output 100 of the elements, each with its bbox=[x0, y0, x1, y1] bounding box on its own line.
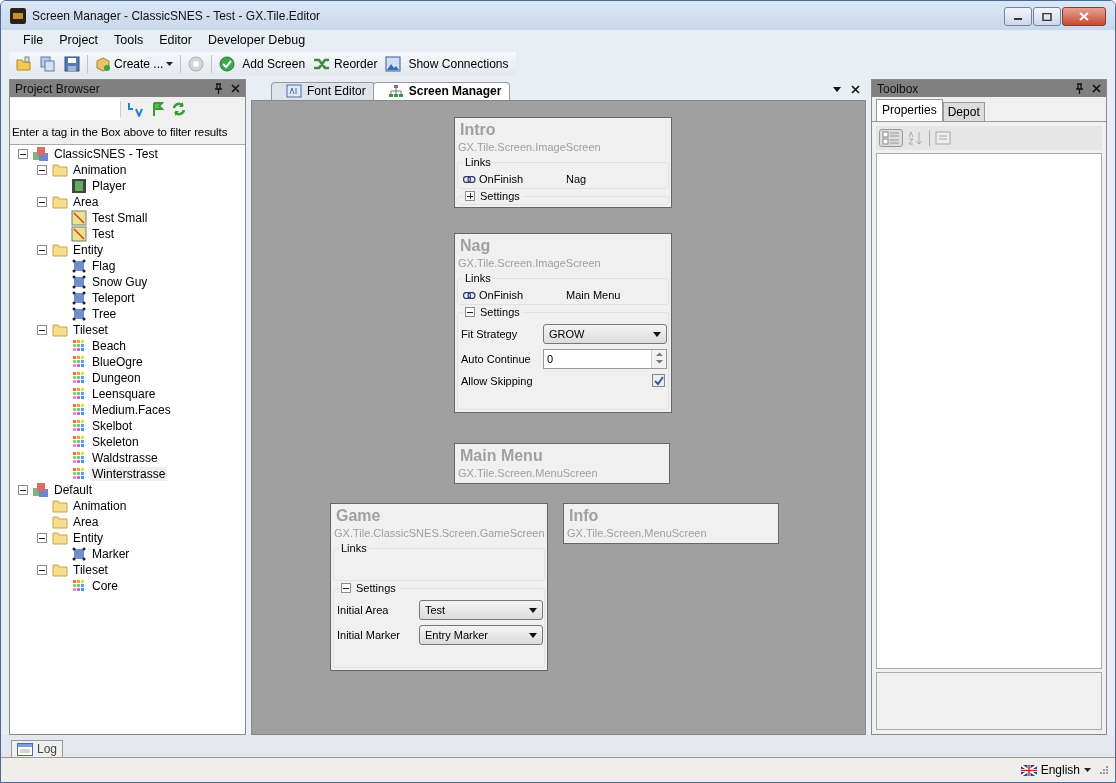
dropdown[interactable]: Entry Marker bbox=[419, 625, 543, 645]
group-label: Settings bbox=[480, 189, 520, 203]
expander-icon[interactable] bbox=[37, 565, 47, 575]
screen-type: GX.Tile.Screen.ImageScreen bbox=[457, 256, 602, 271]
tree-item[interactable]: Default bbox=[52, 483, 95, 497]
close-button[interactable] bbox=[1062, 7, 1106, 26]
maximize-button[interactable] bbox=[1033, 7, 1061, 26]
tree-item[interactable]: Area bbox=[71, 195, 101, 209]
caret-icon bbox=[166, 62, 174, 66]
tree-item[interactable]: Dungeon bbox=[90, 371, 143, 385]
screen-name: Nag bbox=[459, 236, 492, 255]
tree-item[interactable]: Player bbox=[90, 179, 128, 193]
language-selector[interactable]: English bbox=[1020, 763, 1091, 777]
toolbox-tab[interactable]: Properties bbox=[876, 99, 943, 121]
node-square-icon bbox=[70, 306, 87, 322]
expander-icon[interactable] bbox=[37, 325, 47, 335]
tree-item[interactable]: Test Small bbox=[90, 211, 150, 225]
expander-icon[interactable] bbox=[37, 165, 47, 175]
minimize-button[interactable] bbox=[1004, 7, 1032, 26]
link-event: OnFinish bbox=[479, 173, 525, 185]
screen-node[interactable]: Game GX.Tile.ClassicSNES.Screen.GameScreen Links Settings Initial Area Test Initial Marker Entry Marker bbox=[330, 503, 548, 671]
number-field[interactable]: 0 bbox=[543, 349, 667, 369]
tree-item[interactable]: Entity bbox=[71, 531, 105, 545]
tree-item[interactable]: Tileset bbox=[71, 323, 110, 337]
categorized-icon[interactable] bbox=[879, 129, 903, 147]
log-tab[interactable]: Log bbox=[11, 740, 64, 757]
app-logo-icon bbox=[10, 7, 26, 24]
pin-icon[interactable] bbox=[1075, 83, 1084, 94]
tree-item[interactable]: Animation bbox=[71, 163, 129, 177]
tree-item[interactable]: ClassicSNES - Test bbox=[52, 147, 160, 161]
tree-item[interactable]: Snow Guy bbox=[90, 275, 150, 289]
tree-item[interactable]: Animation bbox=[71, 499, 129, 513]
link-target: Nag bbox=[566, 173, 587, 185]
tree-item[interactable]: Medium.Faces bbox=[90, 403, 173, 417]
editor-tab[interactable]: Font Editor bbox=[271, 82, 375, 100]
editor-tab[interactable]: Screen Manager bbox=[372, 82, 511, 100]
tile-grid-icon bbox=[72, 468, 85, 480]
menu-item[interactable]: Developer Debug bbox=[199, 31, 314, 50]
dropdown[interactable]: GROW bbox=[543, 324, 667, 344]
create-dropdown[interactable]: Create ... bbox=[92, 54, 177, 74]
tree-item[interactable]: Entity bbox=[71, 243, 105, 257]
screen-type: GX.Tile.Screen.ImageScreen bbox=[457, 140, 602, 155]
tree-item[interactable]: Skelbot bbox=[90, 419, 135, 433]
folder-icon bbox=[51, 515, 68, 529]
expander-icon[interactable] bbox=[341, 583, 351, 593]
tree-item[interactable]: Test bbox=[90, 227, 116, 241]
tree-item[interactable]: Leensquare bbox=[90, 387, 158, 401]
expander-icon[interactable] bbox=[465, 191, 475, 201]
field-label: Fit Strategy bbox=[461, 328, 519, 340]
tag-filter-field[interactable] bbox=[10, 98, 120, 120]
tree-item[interactable]: Teleport bbox=[90, 291, 137, 305]
node-square-icon bbox=[70, 258, 87, 274]
tree-item[interactable]: Winterstrasse bbox=[90, 467, 168, 481]
toolbar-button[interactable]: Show Connections bbox=[382, 54, 512, 74]
menu-item[interactable]: Editor bbox=[151, 31, 200, 50]
resize-grip-icon[interactable] bbox=[1099, 765, 1109, 775]
tree-item[interactable]: Skeleton bbox=[90, 435, 141, 449]
tree-item[interactable]: Tileset bbox=[71, 563, 110, 577]
close-icon[interactable] bbox=[851, 85, 860, 94]
tree-item[interactable]: BlueOgre bbox=[90, 355, 145, 369]
save-icon[interactable] bbox=[61, 54, 83, 74]
dropdown[interactable]: Test bbox=[419, 600, 543, 620]
tile-grid-icon bbox=[72, 340, 85, 352]
screen-node[interactable]: Nag GX.Tile.Screen.ImageScreen Links OnFinish Main Menu Settings Fit Strategy GROW Auto Continue 0 Allow Skipping bbox=[454, 233, 672, 413]
toolbox-tab[interactable]: Depot bbox=[942, 102, 985, 121]
expander-icon[interactable] bbox=[465, 307, 475, 317]
menu-item[interactable]: File bbox=[15, 31, 52, 50]
tree-item[interactable]: Beach bbox=[90, 339, 129, 353]
expander-icon[interactable] bbox=[37, 245, 47, 255]
pin-icon[interactable] bbox=[214, 83, 223, 94]
toolbar-button[interactable]: Reorder bbox=[310, 54, 381, 74]
checkbox[interactable] bbox=[652, 374, 665, 387]
screen-node[interactable]: Intro GX.Tile.Screen.ImageScreen Links OnFinish Nag Settings bbox=[454, 117, 672, 208]
screen-name: Main Menu bbox=[459, 446, 544, 465]
caret-icon bbox=[653, 331, 661, 337]
screen-name: Intro bbox=[459, 120, 497, 139]
menu-item[interactable]: Tools bbox=[106, 31, 152, 50]
close-icon bbox=[1079, 12, 1089, 21]
expander-icon[interactable] bbox=[18, 485, 28, 495]
window-title: Screen Manager - ClassicSNES - Test - GX.Tile.Editor bbox=[32, 8, 321, 23]
tree-item[interactable]: Area bbox=[71, 515, 101, 529]
expander-icon[interactable] bbox=[37, 197, 47, 207]
tree-item[interactable]: Waldstrasse bbox=[90, 451, 160, 465]
expander-icon[interactable] bbox=[18, 149, 28, 159]
refresh-icon[interactable] bbox=[171, 101, 187, 117]
field-label: Auto Continue bbox=[461, 353, 532, 365]
tree-item[interactable]: Tree bbox=[90, 307, 119, 321]
caret-icon bbox=[529, 632, 537, 638]
tree-item[interactable]: Marker bbox=[90, 547, 132, 561]
dropdown-icon[interactable] bbox=[833, 87, 841, 92]
menu-item[interactable]: Project bbox=[51, 31, 107, 50]
folder-icon bbox=[51, 195, 68, 209]
expander-icon[interactable] bbox=[37, 533, 47, 543]
spinner-icon[interactable] bbox=[651, 350, 666, 368]
toolbar-button[interactable]: Add Screen bbox=[216, 54, 309, 74]
tree-item[interactable]: Flag bbox=[90, 259, 118, 273]
folder-icon bbox=[51, 499, 68, 513]
node-square-icon bbox=[70, 546, 87, 562]
tree-item[interactable]: Core bbox=[90, 579, 120, 593]
flag-icon bbox=[1020, 764, 1037, 776]
